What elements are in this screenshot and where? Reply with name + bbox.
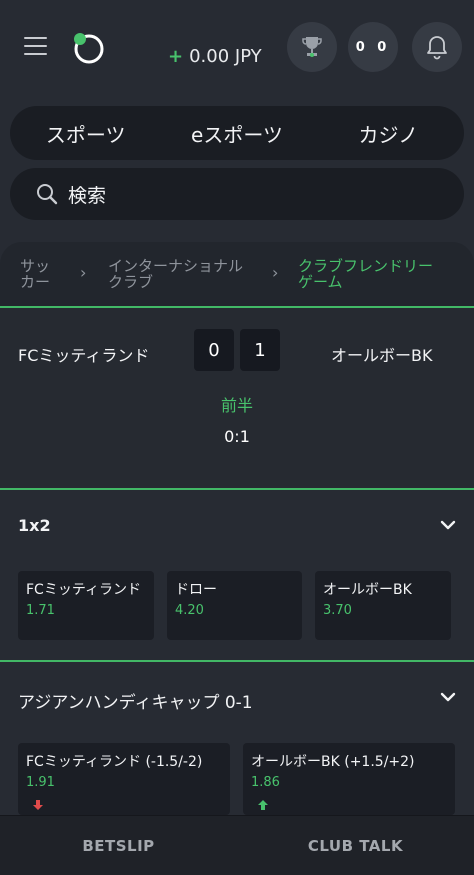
search-input[interactable]: 検索 [10, 168, 464, 220]
odds-button-draw[interactable]: ドロー 4.20 [167, 571, 302, 640]
odds-label: FCミッティランド [26, 582, 141, 598]
market-title-1x2[interactable]: 1x2 [18, 516, 51, 535]
odds-label: ドロー [175, 582, 217, 598]
arrow-down-icon [33, 800, 43, 810]
odds-label: オールボーBK (+1.5/+2) [251, 754, 415, 770]
tab-esports[interactable]: eスポーツ [161, 119, 312, 148]
tab-casino[interactable]: カジノ [313, 119, 464, 148]
balance-amount: 0.00 JPY [189, 46, 262, 67]
odds-value: 1.91 [26, 775, 55, 790]
odds-button-home[interactable]: FCミッティランド 1.71 [18, 571, 154, 640]
breadcrumb-text: インターナショナル [108, 257, 244, 275]
chevron-down-icon[interactable] [440, 520, 456, 530]
club-talk-button[interactable]: CLUB TALK [237, 837, 474, 855]
bell-icon [427, 36, 447, 60]
bottom-bar: BETSLIP CLUB TALK [0, 815, 474, 875]
trophy-button[interactable] [287, 22, 337, 72]
score-badge-button[interactable]: 0 0 [348, 22, 398, 72]
breadcrumb-item-club-friendly[interactable]: クラブフレンドリー ゲーム [298, 258, 433, 290]
odds-button-handicap-away[interactable]: オールボーBK (+1.5/+2) 1.86 [243, 743, 455, 815]
notification-button[interactable] [412, 22, 462, 72]
odds-value: 1.71 [26, 603, 55, 618]
odds-label: オールボーBK [323, 582, 412, 598]
home-score: 0 [194, 329, 234, 371]
search-placeholder: 検索 [68, 184, 107, 207]
match-score-text: 0:1 [224, 427, 250, 446]
category-tabs: スポーツ eスポーツ カジノ [10, 106, 464, 160]
odds-button-handicap-home[interactable]: FCミッティランド (-1.5/-2) 1.91 [18, 743, 230, 815]
divider [0, 660, 474, 662]
chevron-right-icon: › [272, 263, 279, 282]
away-team[interactable]: オールボーBK [331, 342, 432, 366]
trophy-icon [302, 37, 322, 57]
home-team[interactable]: FCミッティランド [18, 342, 149, 366]
breadcrumb-text: サッ [20, 257, 51, 275]
match-period: 前半 [220, 396, 253, 415]
odds-value: 1.86 [251, 775, 280, 790]
logo[interactable] [70, 30, 106, 66]
odds-value: 3.70 [323, 603, 352, 618]
search-icon [37, 184, 58, 205]
balance[interactable]: +0.00 JPY [168, 46, 262, 67]
breadcrumb-item-soccer[interactable]: サッ カー [20, 258, 50, 290]
tab-sports[interactable]: スポーツ [10, 119, 161, 148]
betslip-button[interactable]: BETSLIP [0, 837, 237, 855]
odds-button-away[interactable]: オールボーBK 3.70 [315, 571, 451, 640]
chevron-right-icon: › [80, 263, 87, 282]
balance-plus: + [168, 46, 184, 67]
odds-label: FCミッティランド (-1.5/-2) [26, 754, 203, 770]
market-title-asian-handicap[interactable]: アジアンハンディキャップ 0-1 [18, 688, 253, 713]
odds-value: 4.20 [175, 603, 204, 618]
divider [0, 488, 474, 490]
header: +0.00 JPY 0 0 [0, 0, 474, 100]
hamburger-menu-icon[interactable] [24, 37, 47, 57]
breadcrumb-text: カー [20, 273, 51, 291]
arrow-up-icon [258, 800, 268, 810]
breadcrumb-text: クラブフレンドリー [298, 257, 434, 275]
away-score: 1 [240, 329, 280, 371]
chevron-down-icon[interactable] [440, 692, 456, 702]
breadcrumb-text: クラブ [108, 273, 154, 291]
breadcrumb-text: ゲーム [298, 273, 343, 291]
breadcrumb-item-international-club[interactable]: インターナショナル クラブ [108, 258, 243, 290]
